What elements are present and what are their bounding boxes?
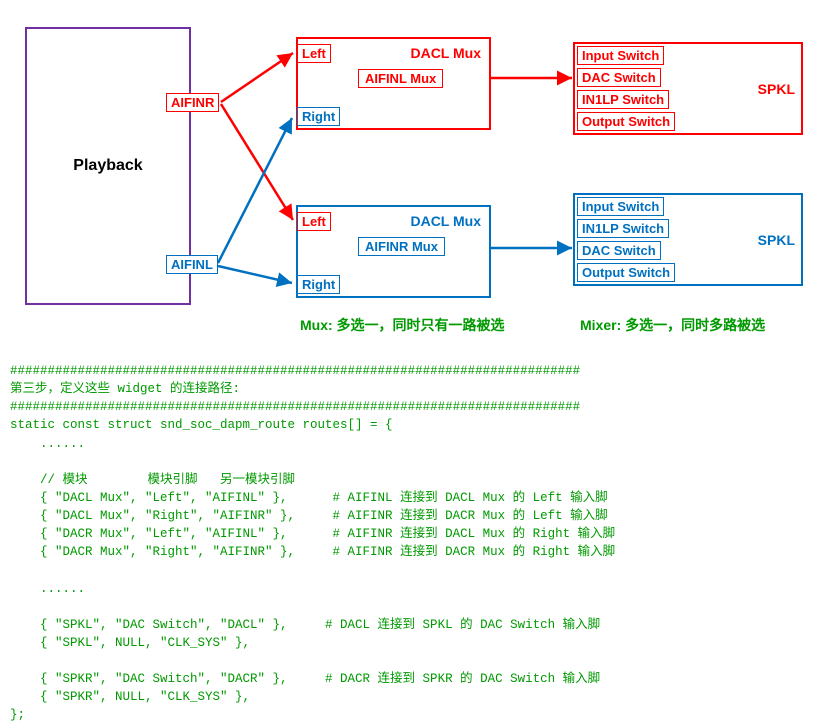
mux-bot-title: DACL Mux <box>410 213 481 229</box>
code-line: ########################################… <box>10 400 580 414</box>
mixer-top: SPKL Input Switch DAC Switch IN1LP Switc… <box>573 42 803 135</box>
code-line: // 模块 模块引脚 另一模块引脚 <box>10 473 295 487</box>
code-line: { "DACR Mux", "Left", "AIFINL" }, # AIFI… <box>10 527 615 541</box>
mixer-bot-row0: Input Switch <box>577 197 664 216</box>
mux-top-sub: AIFINL Mux <box>358 69 443 88</box>
diagram-canvas: Playback AIFINR AIFINL DACL Mux Left AIF… <box>0 0 836 700</box>
mixer-top-row1: DAC Switch <box>577 68 661 87</box>
mixer-top-row2: IN1LP Switch <box>577 90 669 109</box>
mixer-top-title: SPKL <box>758 81 795 97</box>
mux-bot: DACL Mux Left AIFINR Mux Right <box>296 205 491 298</box>
mux-top-right: Right <box>297 107 340 126</box>
pin-aifinr: AIFINR <box>166 93 219 112</box>
code-line: }; <box>10 708 25 722</box>
mixer-bot-row1: IN1LP Switch <box>577 219 669 238</box>
mixer-bot-row2: DAC Switch <box>577 241 661 260</box>
code-line: { "DACL Mux", "Right", "AIFINR" }, # AIF… <box>10 509 608 523</box>
code-line: { "DACR Mux", "Right", "AIFINR" }, # AIF… <box>10 545 615 559</box>
mixer-bot: SPKL Input Switch IN1LP Switch DAC Switc… <box>573 193 803 286</box>
mux-bot-right: Right <box>297 275 340 294</box>
playback-label: Playback <box>73 157 142 175</box>
mux-top-left: Left <box>297 44 331 63</box>
mixer-top-row3: Output Switch <box>577 112 675 131</box>
caption-mux: Mux: 多选一，同时只有一路被选 <box>300 315 505 335</box>
pin-aifinl: AIFINL <box>166 255 218 274</box>
code-line: ...... <box>10 437 85 451</box>
code-line: { "SPKL", "DAC Switch", "DACL" }, # DACL… <box>10 618 600 632</box>
code-line: { "SPKR", "DAC Switch", "DACR" }, # DACR… <box>10 672 600 686</box>
code-line: { "SPKL", NULL, "CLK_SYS" }, <box>10 636 250 650</box>
code-line: 第三步，定义这些 widget 的连接路径: <box>10 382 240 396</box>
mux-bot-left: Left <box>297 212 331 231</box>
caption-mixer: Mixer: 多选一，同时多路被选 <box>580 315 765 335</box>
mux-top: DACL Mux Left AIFINL Mux Right <box>296 37 491 130</box>
code-line: ########################################… <box>10 364 580 378</box>
code-block: ########################################… <box>10 362 615 725</box>
code-line: { "SPKR", NULL, "CLK_SYS" }, <box>10 690 250 704</box>
code-line: static const struct snd_soc_dapm_route r… <box>10 418 393 432</box>
mux-top-title: DACL Mux <box>410 45 481 61</box>
code-line: { "DACL Mux", "Left", "AIFINL" }, # AIFI… <box>10 491 608 505</box>
mixer-top-row0: Input Switch <box>577 46 664 65</box>
mixer-bot-title: SPKL <box>758 232 795 248</box>
mixer-bot-row3: Output Switch <box>577 263 675 282</box>
code-line: ...... <box>10 582 85 596</box>
mux-bot-sub: AIFINR Mux <box>358 237 445 256</box>
